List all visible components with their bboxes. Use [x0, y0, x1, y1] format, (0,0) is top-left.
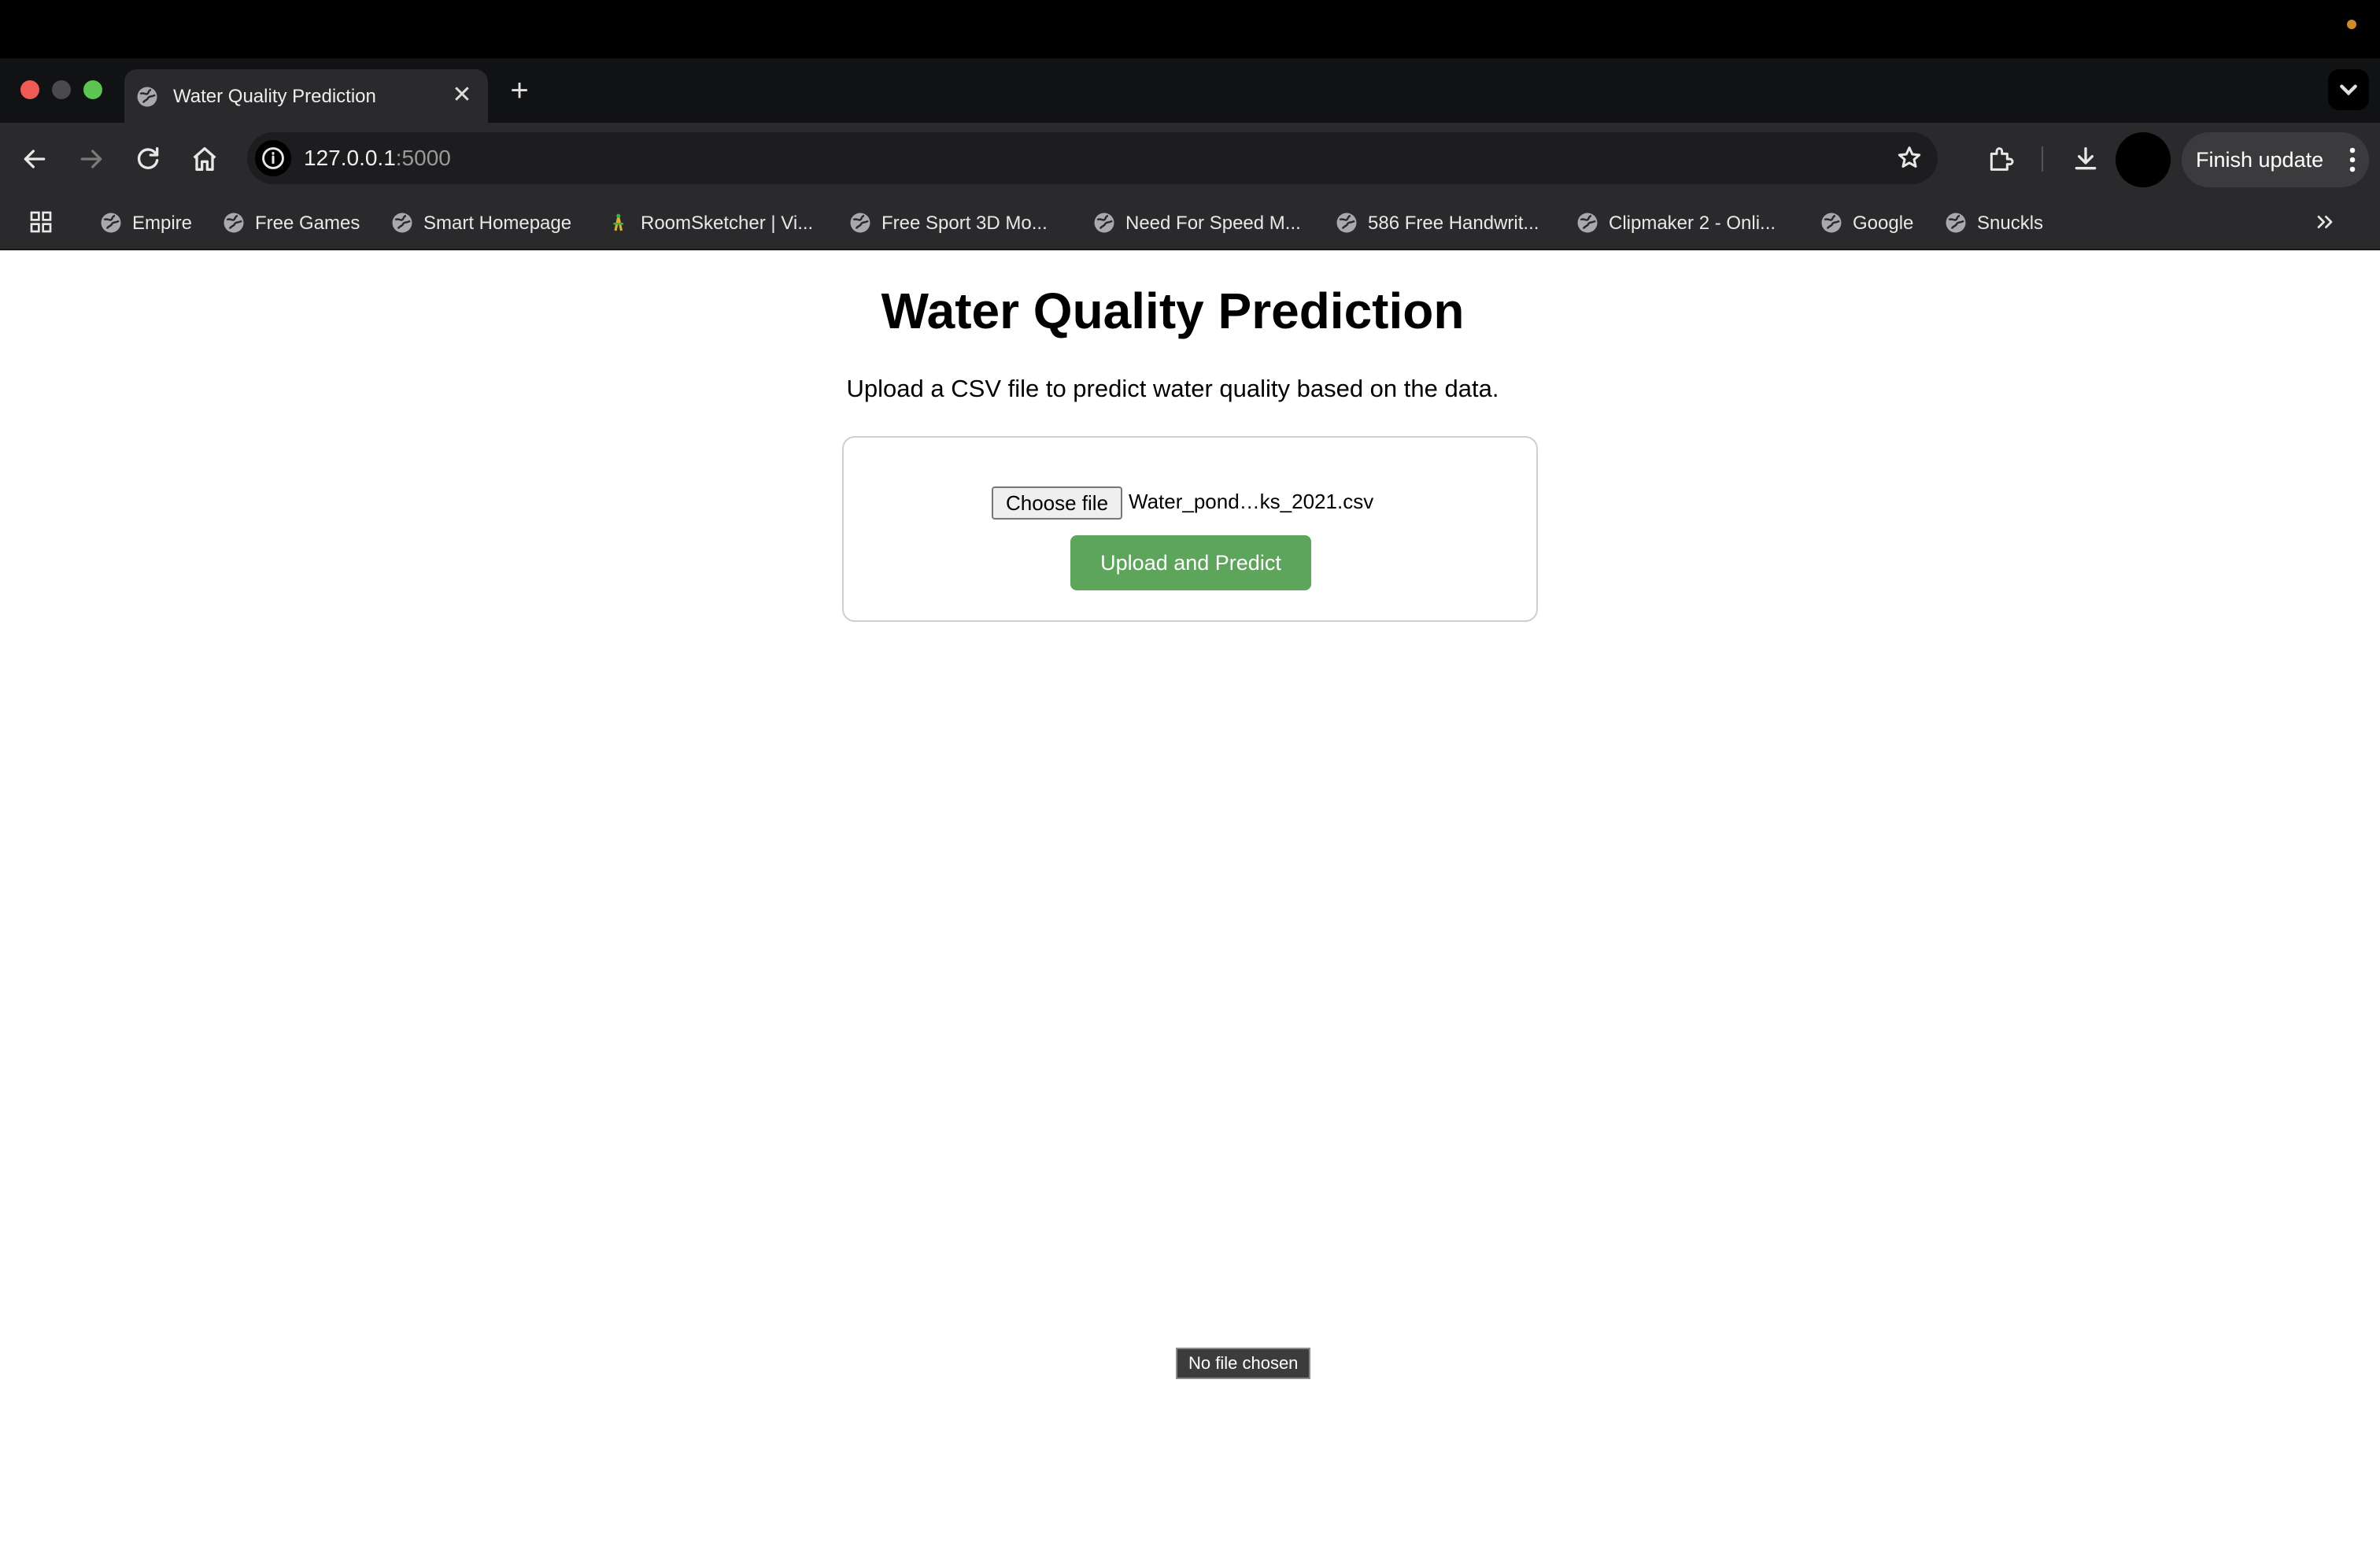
globe-icon	[1336, 213, 1357, 233]
bookmark-star-icon[interactable]	[1894, 142, 1925, 174]
page-subtitle: Upload a CSV file to predict water quali…	[846, 375, 1499, 402]
profile-avatar[interactable]	[2116, 132, 2171, 187]
tab-active[interactable]: Water Quality Prediction ✕	[124, 69, 488, 123]
finish-update-button[interactable]: Finish update	[2182, 132, 2369, 187]
bookmark-label: Empire	[132, 213, 193, 234]
globe-icon	[137, 87, 157, 107]
url-host: 127.0.0.1	[304, 146, 396, 170]
forward-arrow-icon[interactable]	[76, 143, 107, 175]
bookmark-label: Free Games	[255, 213, 360, 234]
extensions-icon[interactable]	[1985, 143, 2016, 175]
globe-icon	[1821, 213, 1842, 233]
bookmark-label: Clipmaker 2 - Onli...	[1609, 213, 1776, 234]
toolbar-divider	[2042, 146, 2043, 172]
minimize-window-button[interactable]	[52, 80, 71, 99]
home-icon[interactable]	[189, 143, 220, 175]
download-icon[interactable]	[2070, 143, 2101, 175]
url-port: :5000	[395, 146, 451, 170]
bookmark-label: Google	[1853, 213, 1914, 234]
tab-strip: Water Quality Prediction ✕ +	[0, 58, 2380, 123]
os-menu-bar	[0, 0, 2380, 58]
new-tab-button[interactable]: +	[504, 75, 535, 107]
close-window-button[interactable]	[20, 80, 39, 99]
address-bar[interactable]: 127.0.0.1:5000	[247, 132, 1938, 184]
url-text: 127.0.0.1:5000	[304, 146, 451, 171]
finish-update-label: Finish update	[2196, 148, 2324, 172]
globe-icon	[1577, 213, 1598, 233]
globe-icon	[1094, 213, 1114, 233]
bookmarks-bar: Empire Free Games Smart Homepage RoomSke…	[0, 195, 2380, 250]
tab-close-icon[interactable]: ✕	[449, 82, 475, 109]
globe-icon	[101, 213, 121, 233]
upload-form: Choose file Water_pond…ks_2021.csv Uploa…	[842, 436, 1538, 622]
tab-search-button[interactable]	[2328, 69, 2369, 110]
bookmark-label: 586 Free Handwrit...	[1368, 213, 1539, 234]
globe-icon	[850, 213, 870, 233]
roomsketcher-icon	[613, 213, 623, 231]
reload-icon[interactable]	[132, 143, 164, 175]
file-input-tooltip: No file chosen	[1176, 1348, 1311, 1379]
selected-file-name: Water_pond…ks_2021.csv	[1129, 490, 1374, 513]
upload-and-predict-button[interactable]: Upload and Predict	[1070, 535, 1311, 590]
page-title: Water Quality Prediction	[881, 283, 1465, 339]
site-info-button[interactable]	[255, 140, 291, 176]
apps-grid-icon[interactable]	[28, 209, 54, 235]
globe-icon	[224, 213, 244, 233]
bookmark-label: RoomSketcher | Vi...	[641, 213, 814, 234]
globe-icon	[392, 213, 412, 233]
back-arrow-icon[interactable]	[19, 143, 50, 175]
chevron-down-icon	[2340, 84, 2357, 96]
screen: Water Quality Prediction ✕ + 127.0.0.1:5…	[0, 0, 2380, 1546]
choose-file-button[interactable]: Choose file	[992, 486, 1122, 520]
fullscreen-window-button[interactable]	[83, 80, 102, 99]
bookmark-label: Free Sport 3D Mo...	[881, 213, 1048, 234]
bookmark-label: Snuckls	[1977, 213, 2044, 234]
chevron-double-right-icon[interactable]	[2312, 209, 2338, 235]
globe-icon	[1946, 213, 1966, 233]
bookmark-label: Smart Homepage	[423, 213, 572, 234]
browser-toolbar: 127.0.0.1:5000 Finish update	[0, 123, 2380, 195]
bookmark-label: Need For Speed M...	[1125, 213, 1301, 234]
tab-title: Water Quality Prediction	[173, 86, 376, 107]
more-menu-icon	[2349, 147, 2356, 172]
status-dot	[2347, 20, 2356, 29]
info-icon	[262, 147, 284, 169]
page-content: Water Quality Prediction Upload a CSV fi…	[0, 250, 2380, 1546]
